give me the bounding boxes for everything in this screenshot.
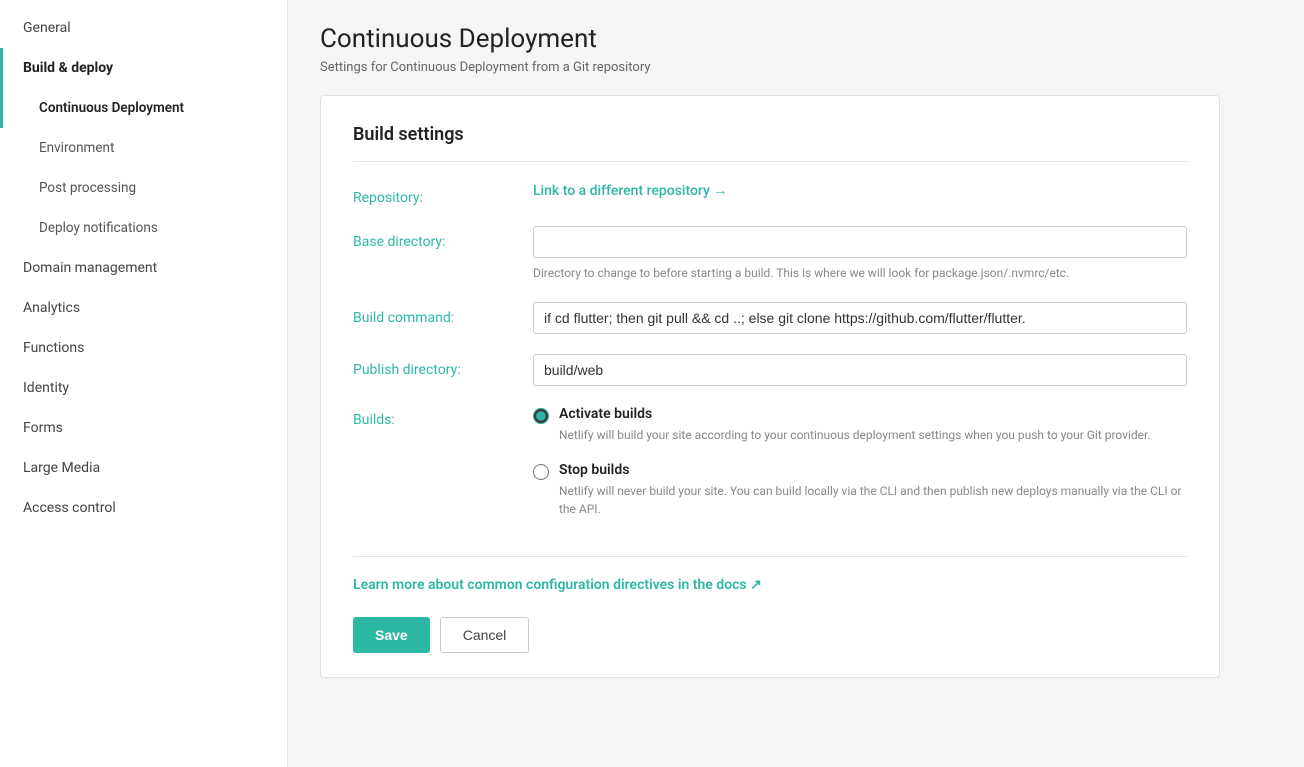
base-directory-input[interactable] (533, 226, 1187, 258)
stop-builds-desc: Netlify will never build your site. You … (559, 482, 1187, 518)
builds-options: Activate builds Netlify will build your … (533, 406, 1187, 536)
sidebar-item-identity[interactable]: Identity (0, 368, 287, 408)
section-title: Build settings (353, 124, 1187, 162)
card-divider (353, 556, 1187, 557)
publish-directory-row: Publish directory: (353, 354, 1187, 386)
base-directory-row: Base directory: Directory to change to b… (353, 226, 1187, 282)
publish-directory-content (533, 354, 1187, 386)
build-command-input[interactable] (533, 302, 1187, 334)
base-directory-content: Directory to change to before starting a… (533, 226, 1187, 282)
save-button[interactable]: Save (353, 617, 430, 653)
main-content: Continuous Deployment Settings for Conti… (288, 0, 1304, 767)
activate-builds-desc: Netlify will build your site according t… (559, 426, 1151, 444)
activate-builds-label: Activate builds (559, 406, 1151, 422)
build-command-content (533, 302, 1187, 334)
activate-builds-radio[interactable] (533, 408, 549, 424)
builds-row: Builds: Activate builds Netlify will bui… (353, 406, 1187, 536)
repository-row: Repository: Link to a different reposito… (353, 182, 1187, 206)
docs-link[interactable]: Learn more about common configuration di… (353, 577, 762, 593)
activate-builds-option: Activate builds Netlify will build your … (533, 406, 1187, 444)
base-directory-hint: Directory to change to before starting a… (533, 264, 1187, 282)
stop-builds-radio[interactable] (533, 464, 549, 480)
page-title: Continuous Deployment (320, 24, 1272, 54)
sidebar-item-deploy-notifications[interactable]: Deploy notifications (0, 208, 287, 248)
repository-label: Repository: (353, 182, 533, 206)
sidebar-item-continuous-deployment[interactable]: Continuous Deployment (0, 88, 287, 128)
sidebar-item-large-media[interactable]: Large Media (0, 448, 287, 488)
sidebar-item-general[interactable]: General (0, 8, 287, 48)
sidebar-item-build-deploy[interactable]: Build & deploy (0, 48, 287, 88)
build-command-label: Build command: (353, 302, 533, 326)
publish-directory-label: Publish directory: (353, 354, 533, 378)
cancel-button[interactable]: Cancel (440, 617, 530, 653)
build-command-row: Build command: (353, 302, 1187, 334)
sidebar-item-post-processing[interactable]: Post processing (0, 168, 287, 208)
page-subtitle: Settings for Continuous Deployment from … (320, 60, 1272, 75)
stop-builds-option: Stop builds Netlify will never build you… (533, 462, 1187, 518)
sidebar-item-analytics[interactable]: Analytics (0, 288, 287, 328)
stop-builds-label: Stop builds (559, 462, 1187, 478)
settings-card: Build settings Repository: Link to a dif… (320, 95, 1220, 678)
publish-directory-input[interactable] (533, 354, 1187, 386)
sidebar-item-functions[interactable]: Functions (0, 328, 287, 368)
sidebar-item-forms[interactable]: Forms (0, 408, 287, 448)
sidebar: General Build & deploy Continuous Deploy… (0, 0, 288, 767)
builds-label: Builds: (353, 406, 533, 428)
repository-content: Link to a different repository → (533, 182, 1187, 199)
base-directory-label: Base directory: (353, 226, 533, 250)
action-buttons: Save Cancel (353, 617, 1187, 653)
sidebar-item-access-control[interactable]: Access control (0, 488, 287, 528)
sidebar-item-domain-management[interactable]: Domain management (0, 248, 287, 288)
sidebar-item-environment[interactable]: Environment (0, 128, 287, 168)
link-to-repository[interactable]: Link to a different repository → (533, 183, 727, 199)
